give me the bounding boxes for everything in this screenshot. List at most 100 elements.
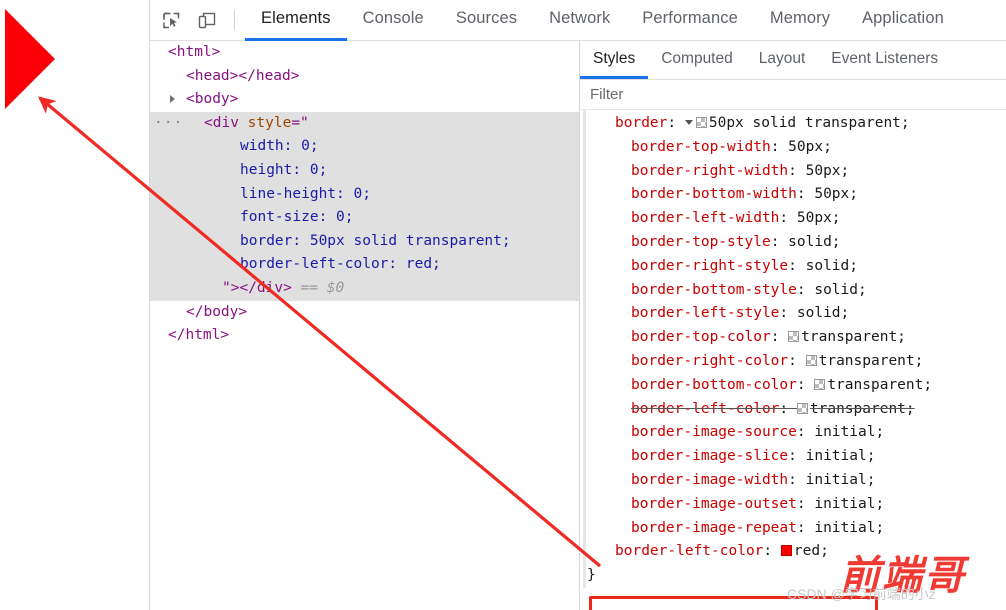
dom-tree-row[interactable]: "></div> == $0 <box>150 276 579 301</box>
css-declaration[interactable]: border-image-repeat: initial; <box>583 517 1006 541</box>
device-toolbar-icon[interactable] <box>192 6 222 34</box>
css-declaration[interactable]: border-top-style: solid; <box>583 231 1006 255</box>
css-declaration[interactable]: border-image-outset: initial; <box>583 493 1006 517</box>
dom-tree-row[interactable]: height: 0; <box>150 158 579 183</box>
css-declaration[interactable]: border-top-width: 50px; <box>583 136 1006 160</box>
css-property-name[interactable]: border-top-width <box>631 139 771 155</box>
css-declaration[interactable]: border-bottom-color: transparent; <box>583 374 1006 398</box>
css-declaration[interactable]: border-left-color: transparent; <box>583 398 1006 422</box>
css-property-name[interactable]: border-left-width <box>631 210 779 226</box>
css-property-value[interactable]: solid; <box>814 282 866 298</box>
css-property-name[interactable]: border-bottom-color <box>631 377 797 393</box>
color-swatch-transparent[interactable] <box>796 402 808 414</box>
css-property-value[interactable]: initial; <box>814 424 884 440</box>
css-declaration[interactable]: border-right-color: transparent; <box>583 350 1006 374</box>
css-declaration[interactable]: border-bottom-style: solid; <box>583 279 1006 303</box>
css-property-name[interactable]: border-top-style <box>631 234 771 250</box>
styles-pane: Styles Computed Layout Event Listeners Filt… <box>580 41 1006 610</box>
tab-memory[interactable]: Memory <box>754 0 846 41</box>
dom-tree-row[interactable]: </body> <box>150 301 579 325</box>
css-property-value[interactable]: solid; <box>806 258 858 274</box>
css-property-name[interactable]: border-left-color <box>631 401 779 417</box>
dom-tree-row[interactable]: width: 0; <box>150 135 579 159</box>
styles-tab-styles[interactable]: Styles <box>580 41 649 79</box>
css-property-name[interactable]: border-bottom-width <box>631 186 797 202</box>
css-declaration[interactable]: border: 50px solid transparent; <box>583 112 1006 136</box>
tab-application[interactable]: Application <box>846 0 960 41</box>
color-swatch-transparent[interactable] <box>788 331 800 343</box>
dom-tree-row[interactable]: font-size: 0; <box>150 206 579 230</box>
dom-tree-row[interactable]: <head></head> <box>150 65 579 89</box>
css-property-name[interactable]: border-bottom-style <box>631 282 797 298</box>
css-declaration[interactable]: border-left-width: 50px; <box>583 207 1006 231</box>
css-property-name[interactable]: border-top-color <box>631 329 771 345</box>
css-declaration[interactable]: border-image-slice: initial; <box>583 445 1006 469</box>
styles-tab-layout[interactable]: Layout <box>746 41 819 79</box>
css-property-value[interactable]: red; <box>794 543 829 559</box>
selected-node-marker: == $0 <box>291 279 345 296</box>
tab-elements[interactable]: Elements <box>245 0 347 41</box>
css-property-value[interactable]: 50px; <box>806 163 850 179</box>
tab-performance[interactable]: Performance <box>626 0 754 41</box>
page-render-canvas <box>0 0 150 610</box>
dom-tree-row[interactable]: ··· <div style=" <box>150 111 579 136</box>
dom-tree-row[interactable]: <body> <box>150 88 579 112</box>
css-property-name[interactable]: border-right-color <box>631 353 788 369</box>
css-property-name[interactable]: border <box>615 115 667 131</box>
css-property-value[interactable]: solid; <box>788 234 840 250</box>
css-colon: : <box>770 233 789 250</box>
styles-tab-event-listeners[interactable]: Event Listeners <box>818 41 951 79</box>
expand-triangle-icon[interactable] <box>170 95 175 104</box>
css-property-name[interactable]: border-left-style <box>631 305 779 321</box>
styles-filter-input[interactable]: Filter <box>580 80 1006 110</box>
tab-network[interactable]: Network <box>533 0 626 41</box>
tab-console[interactable]: Console <box>347 0 440 41</box>
dom-tree-row-text: <body> <box>186 91 239 108</box>
css-property-name[interactable]: border-left-color <box>615 543 763 559</box>
css-declaration[interactable]: border-left-style: solid; <box>583 302 1006 326</box>
dom-tree-row[interactable]: border-left-color: red; <box>150 253 579 277</box>
dom-tree-row[interactable]: border: 50px solid transparent; <box>150 229 579 254</box>
css-property-name[interactable]: border-right-style <box>631 258 788 274</box>
css-declaration[interactable]: border-bottom-width: 50px; <box>583 183 1006 207</box>
css-property-name[interactable]: border-image-slice <box>631 448 788 464</box>
css-property-value[interactable]: 50px solid transparent; <box>709 115 910 131</box>
css-property-value[interactable]: initial; <box>806 472 876 488</box>
styles-tab-computed[interactable]: Computed <box>648 41 746 79</box>
color-swatch-transparent[interactable] <box>814 378 826 390</box>
css-property-name[interactable]: border-image-repeat <box>631 520 797 536</box>
css-property-value[interactable]: transparent; <box>810 401 915 417</box>
dom-tree-pane[interactable]: <html> <head></head> <body> ··· <div style="… <box>150 41 579 610</box>
css-property-value[interactable]: transparent; <box>827 377 932 393</box>
css-declaration[interactable]: border-image-source: initial; <box>583 421 1006 445</box>
dom-tree-row[interactable]: line-height: 0; <box>150 182 579 207</box>
css-property-name[interactable]: border-image-width <box>631 472 788 488</box>
color-swatch-red[interactable] <box>780 545 792 557</box>
declaration-list: border: 50px solid transparent; border-to… <box>583 112 1006 564</box>
css-property-value[interactable]: solid; <box>797 305 849 321</box>
shorthand-expander-icon[interactable] <box>684 119 693 125</box>
dom-tree-row[interactable]: </html> <box>150 324 579 348</box>
css-declaration[interactable]: border-right-width: 50px; <box>583 160 1006 184</box>
color-swatch-transparent[interactable] <box>695 117 707 128</box>
css-property-value[interactable]: transparent; <box>801 329 906 345</box>
dom-tree-row[interactable]: <html> <box>150 41 579 65</box>
css-property-name[interactable]: border-image-source <box>631 424 797 440</box>
css-declaration[interactable]: border-top-color: transparent; <box>583 326 1006 350</box>
css-property-value[interactable]: transparent; <box>819 353 924 369</box>
css-property-value[interactable]: 50px; <box>814 186 858 202</box>
css-property-value[interactable]: initial; <box>814 520 884 536</box>
css-property-name[interactable]: border-right-width <box>631 163 788 179</box>
css-property-value[interactable]: initial; <box>806 448 876 464</box>
css-property-value[interactable]: 50px; <box>788 139 832 155</box>
collapsed-content-ellipsis-icon[interactable]: ··· <box>154 112 183 136</box>
css-property-value[interactable]: 50px; <box>797 210 841 226</box>
css-declaration[interactable]: border-image-width: initial; <box>583 469 1006 493</box>
css-declaration[interactable]: border-right-style: solid; <box>583 255 1006 279</box>
css-property-value[interactable]: initial; <box>814 496 884 512</box>
tab-sources[interactable]: Sources <box>440 0 533 41</box>
inspect-element-icon[interactable] <box>156 6 186 34</box>
dom-tree-row-text: border-left-color: red; <box>240 256 441 273</box>
css-property-name[interactable]: border-image-outset <box>631 496 797 512</box>
color-swatch-transparent[interactable] <box>805 354 817 366</box>
